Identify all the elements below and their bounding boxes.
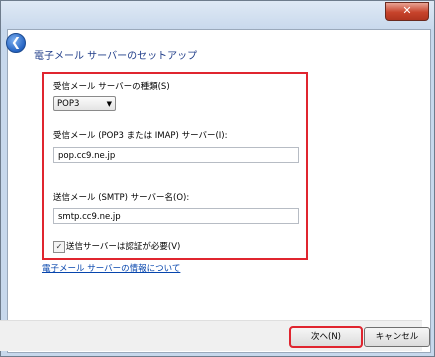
back-button[interactable]: ❮ <box>6 33 26 53</box>
outgoing-server-field[interactable]: smtp.cc9.ne.jp <box>53 208 299 224</box>
server-type-label: 受信メール サーバーの種類(S) <box>53 82 170 92</box>
checkmark-icon: ✓ <box>55 242 63 251</box>
chevron-down-icon: ▼ <box>106 100 112 108</box>
server-type-select[interactable]: POP3 ▼ <box>53 96 116 111</box>
close-icon: ✕ <box>402 4 412 17</box>
back-arrow-icon: ❮ <box>10 35 22 49</box>
server-type-value: POP3 <box>57 99 80 109</box>
outgoing-server-label: 送信メール (SMTP) サーバー名(O): <box>53 193 190 203</box>
close-button[interactable]: ✕ <box>385 2 429 21</box>
auth-required-checkbox[interactable]: ✓ <box>53 241 65 253</box>
next-button[interactable]: 次へ(N) <box>289 326 363 348</box>
cancel-button[interactable]: キャンセル <box>364 327 430 347</box>
auth-required-label: 送信サーバーは認証が必要(V) <box>66 242 181 252</box>
incoming-server-field[interactable]: pop.cc9.ne.jp <box>53 147 299 163</box>
incoming-server-label: 受信メール (POP3 または IMAP) サーバー(I): <box>53 131 228 141</box>
server-info-link[interactable]: 電子メール サーバーの情報について <box>42 262 180 274</box>
page-title: 電子メール サーバーのセットアップ <box>34 51 198 62</box>
